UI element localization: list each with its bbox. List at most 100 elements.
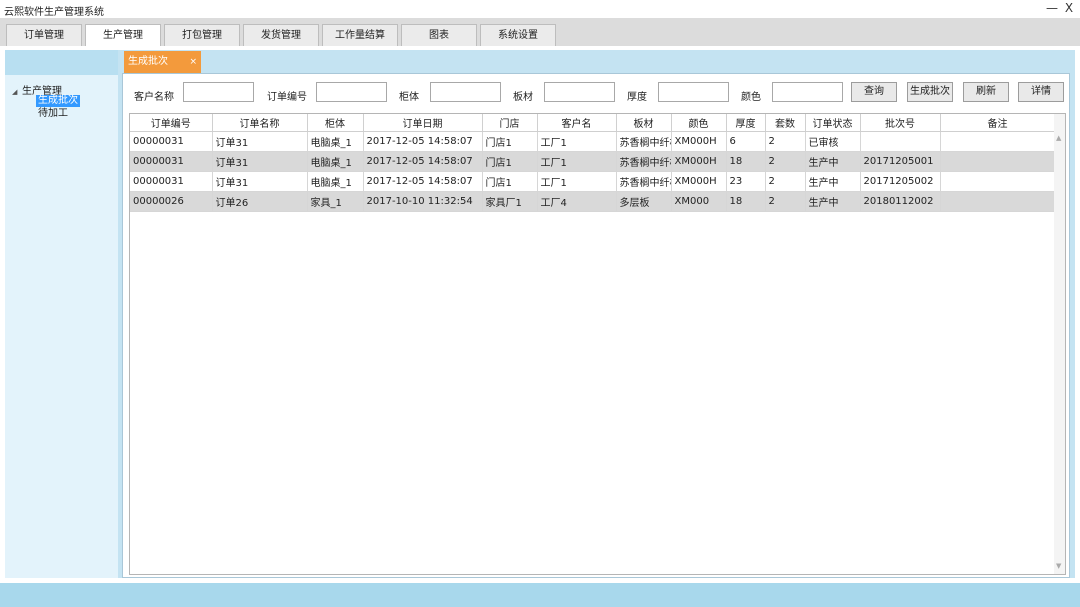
minimize-button[interactable]: — — [1044, 1, 1060, 15]
table-row[interactable]: 00000031 订单31 电脑桌_1 2017-12-05 14:58:07 … — [130, 171, 1056, 192]
table-cell: 18 — [726, 191, 766, 212]
table-cell: 门店1 — [482, 131, 538, 152]
table-cell: 20180112002 — [860, 191, 941, 212]
table-cell: XM000 — [671, 191, 727, 212]
table-header-row: 订单编号 订单名称 柜体 订单日期 门店 客户名 板材 颜色 厚度 套数 订单状… — [130, 114, 1056, 132]
col-header[interactable]: 套数 — [765, 114, 806, 132]
detail-button[interactable]: 详情 — [1018, 82, 1064, 102]
col-header[interactable]: 客户名 — [537, 114, 617, 132]
col-header[interactable]: 订单名称 — [212, 114, 308, 132]
table-cell: 2017-12-05 14:58:07 — [363, 171, 483, 192]
color-label: 颜色 — [741, 92, 761, 103]
table-cell: 2 — [765, 171, 806, 192]
board-input[interactable] — [544, 82, 615, 102]
refresh-button[interactable]: 刷新 — [963, 82, 1009, 102]
status-bar — [0, 583, 1080, 607]
table-cell: 工厂1 — [537, 171, 617, 192]
table-cell: 2 — [765, 191, 806, 212]
table-row[interactable]: 00000031 订单31 电脑桌_1 2017-12-05 14:58:07 … — [130, 131, 1056, 152]
orders-grid[interactable]: 订单编号 订单名称 柜体 订单日期 门店 客户名 板材 颜色 厚度 套数 订单状… — [129, 113, 1066, 575]
window-title: 云熙软件生产管理系统 — [4, 7, 104, 18]
table-cell: 6 — [726, 131, 766, 152]
col-header[interactable]: 柜体 — [307, 114, 364, 132]
col-header[interactable]: 订单状态 — [805, 114, 861, 132]
cabinet-input[interactable] — [430, 82, 501, 102]
table-cell: 18 — [726, 151, 766, 172]
sidebar-header — [5, 50, 118, 75]
table-cell: 00000026 — [130, 191, 213, 212]
table-cell — [940, 131, 1056, 152]
table-cell: 生产中 — [805, 171, 861, 192]
doc-tab-generate-batch[interactable]: 生成批次 × — [124, 51, 201, 73]
order-number-input[interactable] — [316, 82, 387, 102]
thickness-input[interactable] — [658, 82, 729, 102]
table-cell: 工厂1 — [537, 131, 617, 152]
table-cell: 00000031 — [130, 131, 213, 152]
table-cell: 2017-12-05 14:58:07 — [363, 131, 483, 152]
menu-tab-production[interactable]: 生产管理 — [85, 24, 161, 46]
col-header[interactable]: 订单编号 — [130, 114, 213, 132]
table-cell: 订单31 — [212, 151, 308, 172]
table-cell: 多层板 — [616, 191, 672, 212]
table-cell: 家具_1 — [307, 191, 364, 212]
col-header[interactable]: 颜色 — [671, 114, 727, 132]
menu-tab-packing[interactable]: 打包管理 — [164, 24, 240, 46]
menu-tab-charts[interactable]: 图表 — [401, 24, 477, 46]
col-header[interactable]: 批次号 — [860, 114, 941, 132]
table-cell: 2017-10-10 11:32:54 — [363, 191, 483, 212]
table-cell: 2017-12-05 14:58:07 — [363, 151, 483, 172]
table-cell: 20171205002 — [860, 171, 941, 192]
scroll-down-icon[interactable]: ▼ — [1056, 562, 1061, 570]
table-row[interactable]: 00000026 订单26 家具_1 2017-10-10 11:32:54 家… — [130, 191, 1056, 212]
generate-batch-button[interactable]: 生成批次 — [907, 82, 953, 102]
table-row[interactable]: 00000031 订单31 电脑桌_1 2017-12-05 14:58:07 … — [130, 151, 1056, 172]
table-cell: 苏香榈中纤板 — [616, 171, 672, 192]
customer-name-label: 客户名称 — [134, 92, 174, 103]
query-button[interactable]: 查询 — [851, 82, 897, 102]
col-header[interactable]: 备注 — [940, 114, 1056, 132]
watermark-text: 北京云熙软件 — [878, 550, 1017, 575]
table-cell: 家具厂1 — [482, 191, 538, 212]
table-cell: 电脑桌_1 — [307, 151, 364, 172]
table-cell: XM000H — [671, 151, 727, 172]
vertical-scrollbar[interactable]: ▲ ▼ — [1054, 114, 1065, 574]
table-cell: 电脑桌_1 — [307, 171, 364, 192]
scroll-up-icon[interactable]: ▲ — [1056, 134, 1061, 142]
table-cell: 00000031 — [130, 171, 213, 192]
table-cell: 订单31 — [212, 171, 308, 192]
menu-tab-settings[interactable]: 系统设置 — [480, 24, 556, 46]
watermark: 北京云熙软件 — [838, 542, 1016, 578]
menu-tab-shipping[interactable]: 发货管理 — [243, 24, 319, 46]
menu-tab-workload[interactable]: 工作量结算 — [322, 24, 398, 46]
table-cell: 2 — [765, 131, 806, 152]
color-input[interactable] — [772, 82, 843, 102]
col-header[interactable]: 厚度 — [726, 114, 766, 132]
col-header[interactable]: 门店 — [482, 114, 538, 132]
table-cell: 已审核 — [805, 131, 861, 152]
table-cell — [860, 131, 941, 152]
table-cell: 苏香榈中纤板 — [616, 131, 672, 152]
table-cell — [940, 151, 1056, 172]
doc-tab-label: 生成批次 — [128, 56, 168, 67]
table-cell — [940, 191, 1056, 212]
table-cell: XM000H — [671, 171, 727, 192]
table-cell: 工厂1 — [537, 151, 617, 172]
table-cell: 00000031 — [130, 151, 213, 172]
sidebar-item-pending[interactable]: 待加工 — [36, 108, 70, 120]
col-header[interactable]: 板材 — [616, 114, 672, 132]
table-cell: 电脑桌_1 — [307, 131, 364, 152]
table-cell: 生产中 — [805, 191, 861, 212]
sidebar-item-generate-batch[interactable]: 生成批次 — [36, 95, 80, 107]
close-window-button[interactable]: X — [1061, 1, 1077, 15]
close-tab-icon[interactable]: × — [189, 51, 197, 73]
menu-tab-order[interactable]: 订单管理 — [6, 24, 82, 46]
table-cell: XM000H — [671, 131, 727, 152]
table-cell: 门店1 — [482, 151, 538, 172]
board-label: 板材 — [513, 92, 533, 103]
customer-name-input[interactable] — [183, 82, 254, 102]
orders-table: 订单编号 订单名称 柜体 订单日期 门店 客户名 板材 颜色 厚度 套数 订单状… — [130, 114, 1056, 212]
menu-bar: 订单管理 生产管理 打包管理 发货管理 工作量结算 图表 系统设置 — [0, 18, 1080, 46]
col-header[interactable]: 订单日期 — [363, 114, 483, 132]
expand-arrow-icon[interactable]: ◢ — [12, 88, 22, 96]
order-number-label: 订单编号 — [267, 92, 307, 103]
